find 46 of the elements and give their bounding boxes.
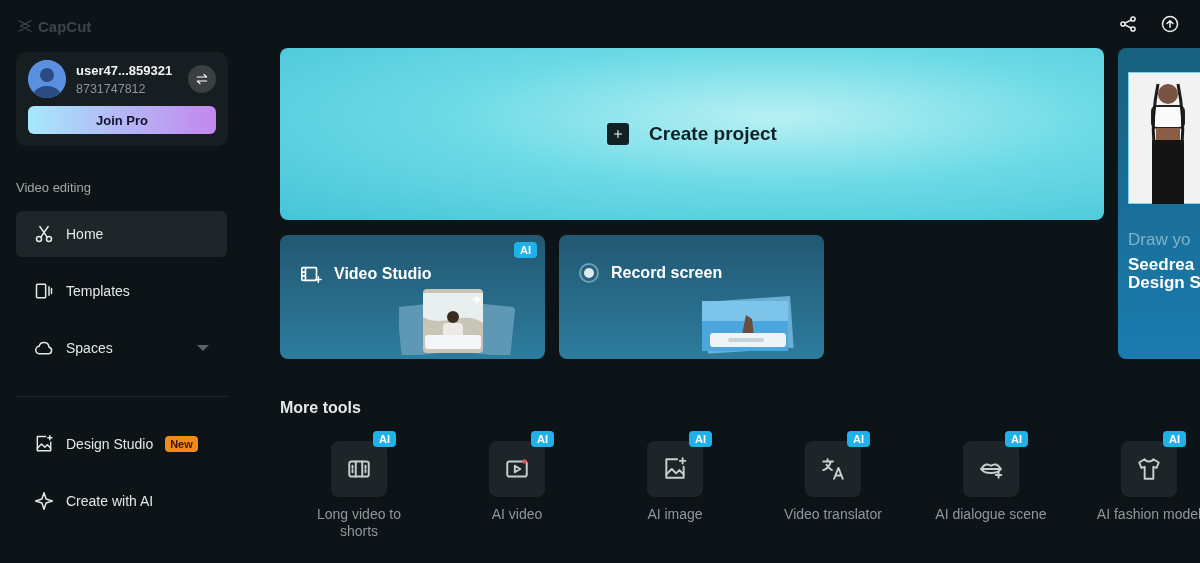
sidebar-item[interactable]: Templates xyxy=(16,268,227,314)
record-icon xyxy=(579,263,599,283)
record-screen-card[interactable]: Record screen xyxy=(559,235,824,359)
ai-badge: AI xyxy=(373,431,396,447)
tool-item[interactable]: AI AI fashion model xyxy=(1070,431,1200,540)
share-icon xyxy=(1118,14,1138,34)
image-sparkle-icon xyxy=(662,456,688,482)
section-title: More tools xyxy=(280,399,362,417)
user-id: 8731747812 xyxy=(76,81,147,96)
sidebar-item[interactable]: Spaces xyxy=(16,325,227,371)
template-icon xyxy=(34,281,54,301)
sidebar-item[interactable]: Design Studio New xyxy=(16,421,227,467)
ai-badge: AI xyxy=(1163,431,1186,447)
tool-item[interactable]: AI Video translator xyxy=(754,431,912,540)
ai-badge: AI xyxy=(514,242,537,258)
ai-badge: AI xyxy=(847,431,870,447)
ai-badge: AI xyxy=(689,431,712,447)
join-pro-button[interactable]: Join Pro xyxy=(28,106,216,134)
avatar xyxy=(28,60,66,98)
scissors-icon xyxy=(34,224,54,244)
sidebar-item[interactable]: Home xyxy=(16,211,227,257)
tool-item[interactable]: AI AI dialogue scene xyxy=(912,431,1070,540)
shirt-icon xyxy=(1136,456,1162,482)
ai-badge: AI xyxy=(1005,431,1028,447)
sidebar-item[interactable]: Create with AI xyxy=(16,478,227,524)
promo-title: Seedrea Design S xyxy=(1128,256,1200,292)
translate-icon xyxy=(820,456,846,482)
ai-badge: AI xyxy=(531,431,554,447)
promo-card[interactable]: Draw yo Seedrea Design S xyxy=(1118,48,1200,359)
tool-item[interactable]: AI Long video to shorts xyxy=(280,431,438,540)
new-badge: New xyxy=(165,436,198,452)
upload-button[interactable] xyxy=(1160,14,1180,34)
logo-icon xyxy=(16,17,34,35)
upload-icon xyxy=(1160,14,1180,34)
create-project-button[interactable]: Create project xyxy=(280,48,1104,220)
section-title: Video editing xyxy=(16,180,92,195)
swap-icon xyxy=(194,71,210,87)
promo-subtitle: Draw yo xyxy=(1128,230,1192,250)
switch-account-button[interactable] xyxy=(188,65,216,93)
user-name: user47...859321 xyxy=(76,62,173,78)
share-button[interactable] xyxy=(1118,14,1138,34)
tool-item[interactable]: AI AI image xyxy=(596,431,754,540)
image-sparkle-icon xyxy=(34,434,54,454)
video-studio-card[interactable]: Video Studio AI xyxy=(280,235,545,359)
sparkle-icon xyxy=(34,491,54,511)
tool-item[interactable]: AI AI video xyxy=(438,431,596,540)
